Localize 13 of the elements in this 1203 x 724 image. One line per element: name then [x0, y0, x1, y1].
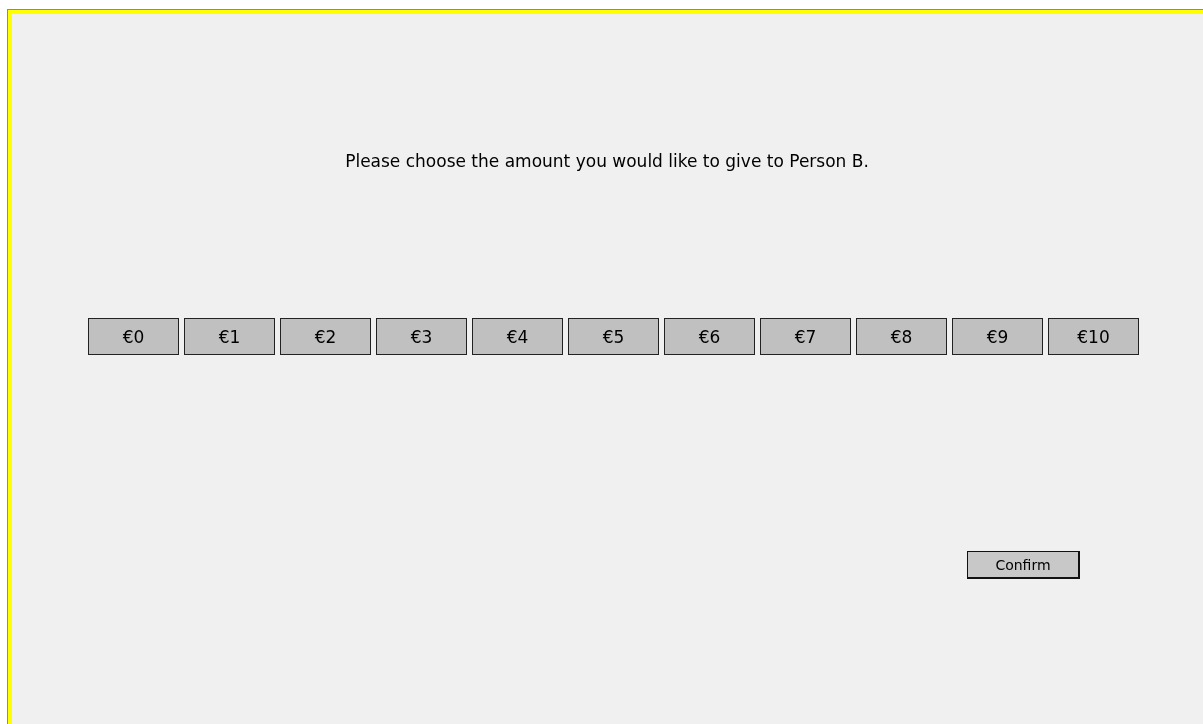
confirm-button[interactable]: Confirm [967, 551, 1080, 579]
amount-button[interactable]: €10 [1048, 318, 1139, 355]
amount-button[interactable]: €7 [760, 318, 851, 355]
amount-button[interactable]: €0 [88, 318, 179, 355]
amount-button[interactable]: €9 [952, 318, 1043, 355]
amount-button[interactable]: €8 [856, 318, 947, 355]
amount-button[interactable]: €1 [184, 318, 275, 355]
instruction-text: Please choose the amount you would like to give to Person B. [344, 150, 870, 172]
amount-button[interactable]: €2 [280, 318, 371, 355]
amount-button[interactable]: €6 [664, 318, 755, 355]
amount-button[interactable]: €5 [568, 318, 659, 355]
amount-button[interactable]: €4 [472, 318, 563, 355]
amount-button[interactable]: €3 [376, 318, 467, 355]
